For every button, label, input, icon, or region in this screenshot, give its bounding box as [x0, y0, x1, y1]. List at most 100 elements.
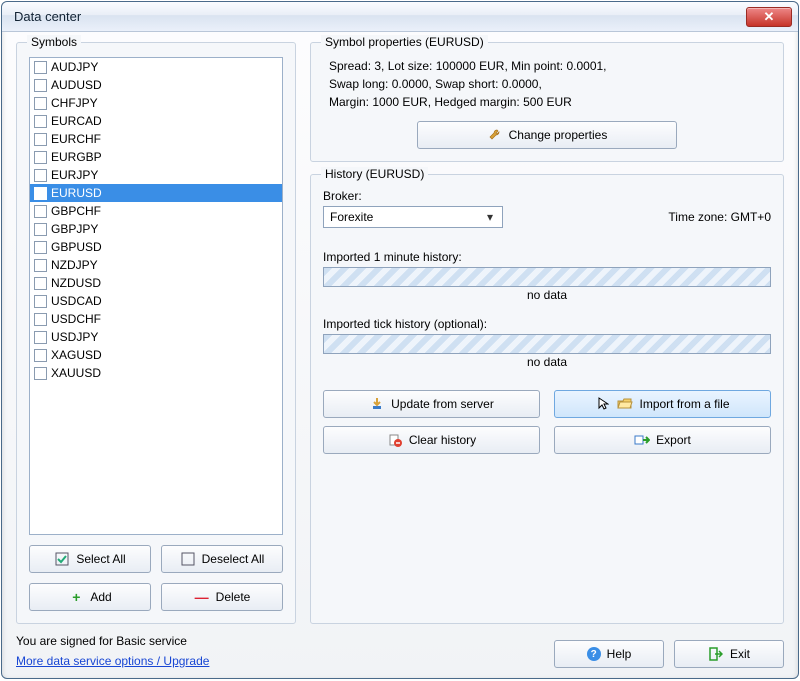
- upgrade-link[interactable]: More data service options / Upgrade: [16, 654, 209, 668]
- symbol-checkbox[interactable]: [34, 169, 47, 182]
- timezone-text: Time zone: GMT+0: [668, 210, 771, 224]
- import-label: Import from a file: [639, 397, 729, 411]
- symbol-row-audusd[interactable]: AUDUSD: [30, 76, 282, 94]
- symbol-checkbox[interactable]: [34, 367, 47, 380]
- symbol-checkbox[interactable]: [34, 223, 47, 236]
- clear-icon: [387, 432, 403, 448]
- symbol-label: USDCHF: [51, 312, 101, 326]
- wrench-icon: [487, 127, 503, 143]
- broker-combo[interactable]: Forexite ▾: [323, 206, 503, 228]
- symbol-checkbox[interactable]: [34, 187, 47, 200]
- history-group: History (EURUSD) Broker: Forexite ▾ Time…: [310, 174, 784, 624]
- symbol-label: NZDJPY: [51, 258, 98, 272]
- broker-value: Forexite: [330, 210, 373, 224]
- symbol-checkbox[interactable]: [34, 61, 47, 74]
- deselect-all-button[interactable]: Deselect All: [161, 545, 283, 573]
- exit-label: Exit: [730, 647, 750, 661]
- broker-label: Broker:: [323, 189, 771, 203]
- symbol-row-xagusd[interactable]: XAGUSD: [30, 346, 282, 364]
- symbol-label: XAUUSD: [51, 366, 101, 380]
- export-icon: [634, 432, 650, 448]
- deselect-all-label: Deselect All: [202, 552, 265, 566]
- symbol-checkbox[interactable]: [34, 313, 47, 326]
- window-title: Data center: [14, 9, 746, 24]
- symbol-checkbox[interactable]: [34, 241, 47, 254]
- folder-open-icon: [617, 396, 633, 412]
- cursor-icon: [595, 396, 611, 412]
- symbol-checkbox[interactable]: [34, 349, 47, 362]
- chevron-down-icon: ▾: [482, 209, 498, 225]
- symbol-checkbox[interactable]: [34, 151, 47, 164]
- help-label: Help: [607, 647, 632, 661]
- symbol-row-gbpjpy[interactable]: GBPJPY: [30, 220, 282, 238]
- symbol-row-eurjpy[interactable]: EURJPY: [30, 166, 282, 184]
- symbol-row-eurchf[interactable]: EURCHF: [30, 130, 282, 148]
- minute-history-bar: no data: [323, 267, 771, 287]
- symbol-row-eurusd[interactable]: EURUSD: [30, 184, 282, 202]
- export-button[interactable]: Export: [554, 426, 771, 454]
- symbol-label: GBPUSD: [51, 240, 102, 254]
- symbols-list[interactable]: AUDJPY AUDUSD CHFJPY EURCAD EURCHF EURGBP EURJ…: [29, 57, 283, 535]
- symbol-row-chfjpy[interactable]: CHFJPY: [30, 94, 282, 112]
- symbol-row-usdjpy[interactable]: USDJPY: [30, 328, 282, 346]
- minute-history-status: no data: [324, 286, 770, 302]
- symbol-row-audjpy[interactable]: AUDJPY: [30, 58, 282, 76]
- deselect-all-icon: [180, 551, 196, 567]
- symbol-checkbox[interactable]: [34, 331, 47, 344]
- symbols-group: Symbols AUDJPYAUDUSDCHFJPYEURCADEURCHFEU…: [16, 42, 296, 624]
- symbol-row-gbpusd[interactable]: GBPUSD: [30, 238, 282, 256]
- properties-legend: Symbol properties (EURUSD): [321, 35, 488, 49]
- download-icon: [369, 396, 385, 412]
- symbol-label: USDJPY: [51, 330, 98, 344]
- symbol-row-eurgbp[interactable]: EURGBP: [30, 148, 282, 166]
- change-properties-button[interactable]: Change properties: [417, 121, 677, 149]
- exit-icon: [708, 646, 724, 662]
- symbol-checkbox[interactable]: [34, 97, 47, 110]
- change-properties-label: Change properties: [509, 128, 608, 142]
- update-from-server-button[interactable]: Update from server: [323, 390, 540, 418]
- symbol-label: EURCHF: [51, 132, 101, 146]
- symbol-row-nzdusd[interactable]: NZDUSD: [30, 274, 282, 292]
- close-icon: ✕: [764, 9, 775, 25]
- select-all-button[interactable]: Select All: [29, 545, 151, 573]
- clear-history-button[interactable]: Clear history: [323, 426, 540, 454]
- update-label: Update from server: [391, 397, 494, 411]
- delete-label: Delete: [216, 590, 251, 604]
- close-button[interactable]: ✕: [746, 7, 792, 27]
- add-button[interactable]: + Add: [29, 583, 151, 611]
- symbol-label: GBPCHF: [51, 204, 101, 218]
- plus-icon: +: [68, 589, 84, 605]
- symbol-label: CHFJPY: [51, 96, 98, 110]
- history-legend: History (EURUSD): [321, 167, 428, 181]
- help-icon: ?: [587, 647, 601, 661]
- tick-history-label: Imported tick history (optional):: [323, 317, 771, 331]
- exit-button[interactable]: Exit: [674, 640, 784, 668]
- symbol-checkbox[interactable]: [34, 133, 47, 146]
- symbol-checkbox[interactable]: [34, 205, 47, 218]
- properties-group: Symbol properties (EURUSD) Spread: 3, Lo…: [310, 42, 784, 162]
- symbol-label: EURJPY: [51, 168, 98, 182]
- titlebar: Data center ✕: [2, 2, 798, 32]
- symbol-label: EURCAD: [51, 114, 102, 128]
- symbol-row-xauusd[interactable]: XAUUSD: [30, 364, 282, 382]
- minute-history-label: Imported 1 minute history:: [323, 250, 771, 264]
- symbol-label: AUDUSD: [51, 78, 102, 92]
- symbol-checkbox[interactable]: [34, 295, 47, 308]
- symbol-label: EURUSD: [51, 186, 102, 200]
- symbol-checkbox[interactable]: [34, 79, 47, 92]
- symbol-checkbox[interactable]: [34, 259, 47, 272]
- properties-line2: Swap long: 0.0000, Swap short: 0.0000,: [329, 75, 771, 93]
- tick-history-bar: no data: [323, 334, 771, 354]
- symbol-checkbox[interactable]: [34, 277, 47, 290]
- symbol-row-usdcad[interactable]: USDCAD: [30, 292, 282, 310]
- symbol-row-gbpchf[interactable]: GBPCHF: [30, 202, 282, 220]
- delete-button[interactable]: — Delete: [161, 583, 283, 611]
- export-label: Export: [656, 433, 691, 447]
- minus-icon: —: [194, 589, 210, 605]
- symbol-row-usdchf[interactable]: USDCHF: [30, 310, 282, 328]
- help-button[interactable]: ? Help: [554, 640, 664, 668]
- symbol-row-eurcad[interactable]: EURCAD: [30, 112, 282, 130]
- symbol-row-nzdjpy[interactable]: NZDJPY: [30, 256, 282, 274]
- import-from-file-button[interactable]: Import from a file: [554, 390, 771, 418]
- symbol-checkbox[interactable]: [34, 115, 47, 128]
